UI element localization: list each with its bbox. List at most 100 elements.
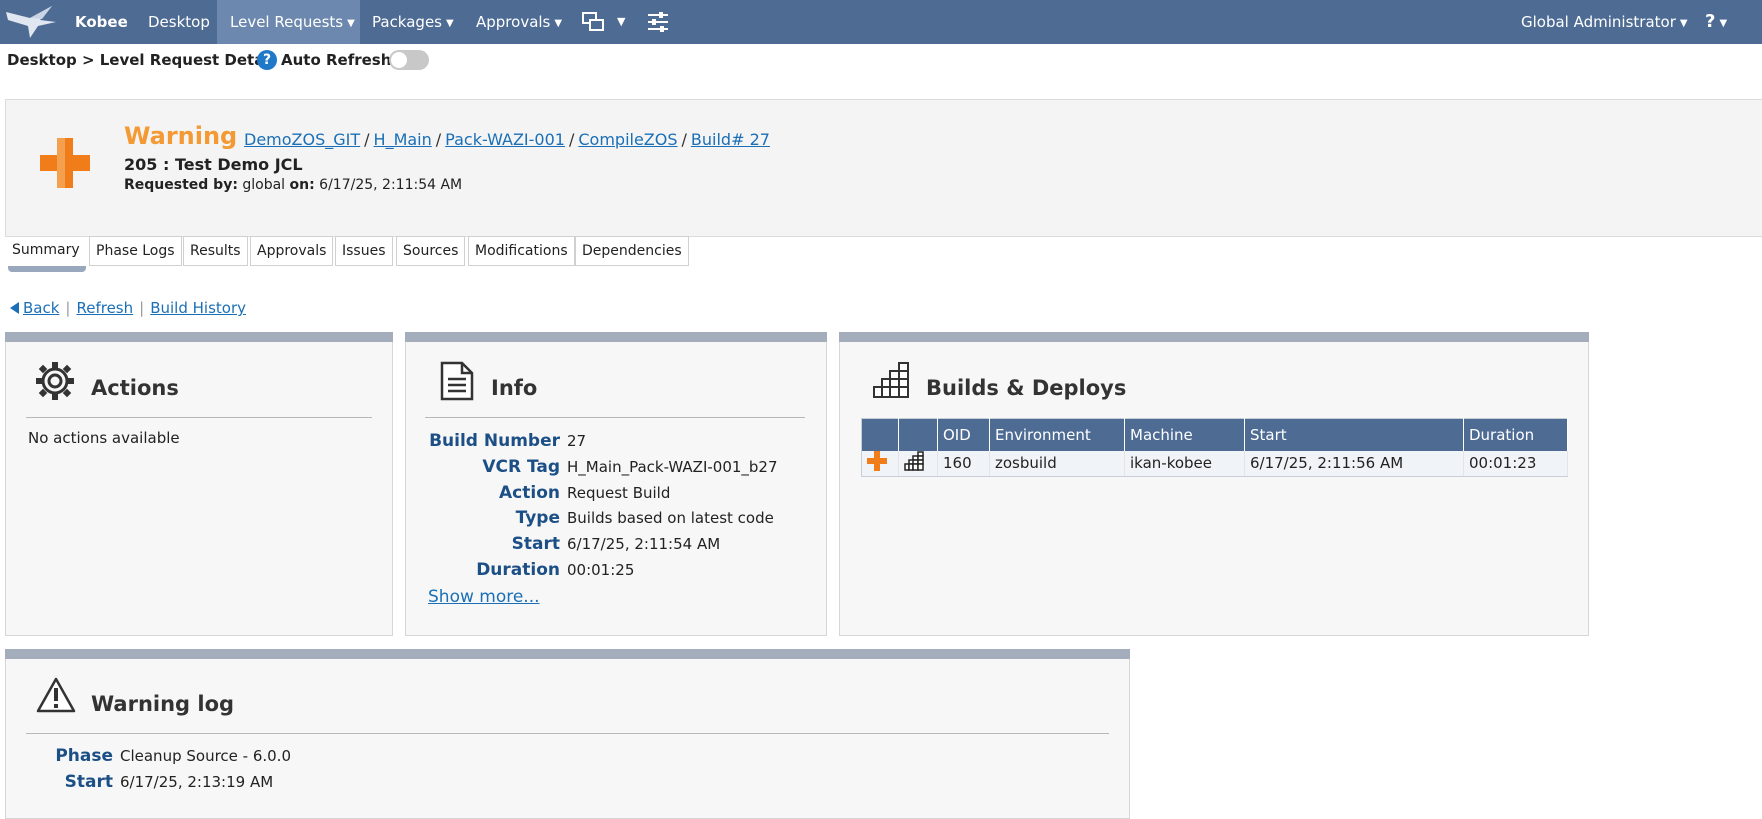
panel-divider — [26, 733, 1109, 734]
chevron-down-icon: ▼ — [554, 18, 563, 29]
tab-sources[interactable]: Sources — [396, 236, 466, 266]
active-tab-indicator — [8, 266, 86, 272]
column-header-environment[interactable]: Environment — [989, 418, 1125, 451]
tab-phase-logs[interactable]: Phase Logs — [89, 236, 182, 266]
request-title: 205 : Test Demo JCL — [124, 155, 303, 174]
tab-approvals[interactable]: Approvals — [250, 236, 334, 266]
info-label-build-number: Build Number — [429, 431, 560, 451]
no-actions-message: No actions available — [28, 429, 180, 447]
column-header-machine[interactable]: Machine — [1124, 418, 1245, 451]
nav-approvals-label: Approvals — [476, 13, 551, 31]
table-row[interactable]: 160 zosbuild ikan-kobee 6/17/25, 2:11:56… — [861, 450, 1568, 477]
row-duration: 00:01:23 — [1463, 450, 1568, 477]
actions-title: Actions — [91, 376, 179, 400]
warning-value-phase: Cleanup Source - 6.0.0 — [120, 747, 291, 765]
help-menu-icon[interactable]: ? ▼ — [1705, 0, 1727, 44]
info-value-start: 6/17/25, 2:11:54 AM — [567, 535, 721, 553]
warning-label-start: Start — [64, 772, 113, 792]
build-history-link[interactable]: Build History — [150, 299, 246, 317]
top-navigation-bar: Kobee Desktop Level Requests ▼ Packages ▼ … — [0, 0, 1762, 44]
action-links: Back | Refresh | Build History — [10, 299, 246, 317]
row-oid: 160 — [937, 450, 990, 477]
panel-header-bar — [405, 332, 827, 342]
tab-issues[interactable]: Issues — [335, 236, 393, 266]
panel-header-bar — [5, 649, 1130, 659]
panel-divider — [425, 417, 805, 418]
requested-on-date: 6/17/25, 2:11:54 AM — [319, 177, 463, 193]
path-link-stream[interactable]: H_Main — [374, 130, 432, 149]
back-link-label: Back — [23, 299, 60, 317]
user-menu-label: Global Administrator — [1521, 13, 1676, 31]
builds-table: OID Environment Machine Start Duration 1… — [861, 418, 1568, 477]
hummingbird-logo-icon[interactable] — [0, 0, 62, 44]
column-header-duration[interactable]: Duration — [1463, 418, 1568, 451]
path-separator: / — [364, 130, 370, 149]
chevron-down-icon: ▼ — [446, 18, 454, 29]
info-value-duration: 00:01:25 — [567, 561, 635, 579]
request-path: DemoZOS_GIT / H_Main / Pack-WAZI-001/Compile… — [244, 130, 770, 149]
path-separator: / — [681, 130, 687, 149]
nav-approvals[interactable]: Approvals ▼ — [476, 0, 562, 44]
toggle-knob — [391, 52, 407, 68]
nav-desktop[interactable]: Desktop — [148, 0, 210, 44]
panel-header-bar — [5, 332, 393, 342]
column-header-type — [898, 418, 938, 451]
requested-by-user: global — [242, 177, 286, 193]
request-status: Warning — [124, 122, 238, 150]
show-more-link[interactable]: Show more... — [428, 587, 540, 607]
path-separator: / — [435, 130, 442, 149]
nav-packages-label: Packages — [372, 13, 442, 31]
document-icon — [440, 361, 474, 405]
builds-deploys-title: Builds & Deploys — [926, 376, 1127, 400]
path-link-build[interactable]: Build# 27 — [691, 130, 770, 149]
windows-icon[interactable] — [582, 11, 604, 33]
builds-stairs-icon — [872, 361, 910, 403]
help-menu-label: ? — [1705, 11, 1716, 32]
column-header-oid[interactable]: OID — [937, 418, 990, 451]
warning-triangle-icon — [36, 677, 76, 717]
nav-packages[interactable]: Packages ▼ — [372, 0, 454, 44]
path-link-project[interactable]: DemoZOS_GIT — [244, 130, 360, 149]
column-header-start[interactable]: Start — [1244, 418, 1464, 451]
requested-by-line: Requested by: global on: 6/17/25, 2:11:5… — [124, 177, 462, 193]
panel-divider — [26, 417, 372, 418]
table-header-row: OID Environment Machine Start Duration — [861, 418, 1568, 451]
path-link-level[interactable]: CompileZOS — [578, 130, 677, 149]
tab-summary[interactable]: Summary — [6, 236, 86, 266]
tab-modifications[interactable]: Modifications — [468, 236, 575, 266]
sliders-settings-icon[interactable] — [647, 11, 669, 33]
refresh-link[interactable]: Refresh — [76, 299, 133, 317]
nav-level-requests-label: Level Requests — [230, 13, 344, 31]
path-separator: / — [568, 130, 575, 149]
tab-results[interactable]: Results — [183, 236, 248, 266]
row-status-cell — [861, 450, 899, 477]
info-value-build-number: 27 — [567, 432, 587, 450]
nav-level-requests[interactable]: Level Requests ▼ — [217, 0, 360, 44]
auto-refresh-toggle[interactable] — [389, 50, 429, 70]
auto-refresh-label: Auto Refresh — [281, 51, 392, 69]
help-icon[interactable]: ? — [257, 50, 277, 70]
back-arrow-icon — [10, 302, 19, 314]
warning-log-panel — [5, 649, 1130, 819]
path-link-package[interactable]: Pack-WAZI-001 — [445, 130, 565, 149]
warning-label-phase: Phase — [55, 746, 113, 766]
requested-on-label: on: — [289, 177, 315, 193]
row-environment: zosbuild — [989, 450, 1125, 477]
panel-header-bar — [839, 332, 1589, 342]
warning-plus-icon — [867, 451, 887, 472]
warning-plus-icon — [40, 138, 90, 188]
info-value-vcr-tag: H_Main_Pack-WAZI-001_b27 — [567, 458, 778, 476]
tab-dependencies[interactable]: Dependencies — [575, 236, 689, 266]
requested-by-label: Requested by: — [124, 177, 238, 193]
column-header-status — [861, 418, 899, 451]
chevron-down-icon: ▼ — [347, 18, 355, 29]
windows-dropdown-caret-icon[interactable]: ▼ — [617, 0, 625, 44]
user-menu[interactable]: Global Administrator ▼ — [1521, 0, 1688, 44]
build-stairs-icon — [904, 451, 924, 471]
warning-log-title: Warning log — [91, 692, 235, 716]
brand-link[interactable]: Kobee — [75, 0, 128, 44]
info-label-vcr-tag: VCR Tag — [482, 457, 560, 477]
info-label-start: Start — [511, 534, 560, 554]
back-link[interactable]: Back — [10, 299, 59, 317]
info-label-duration: Duration — [476, 560, 560, 580]
